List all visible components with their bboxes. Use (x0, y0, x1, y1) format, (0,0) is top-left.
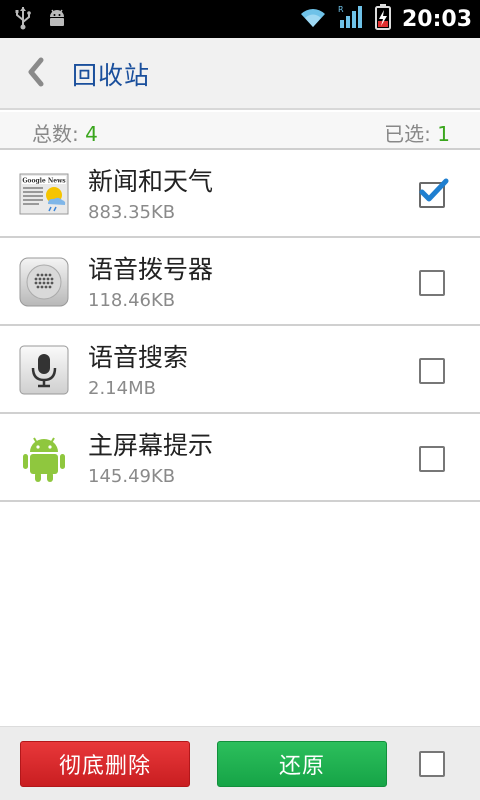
page-title: 回收站 (72, 61, 151, 90)
status-time: 20:03 (401, 6, 472, 32)
app-size: 145.49KB (88, 466, 176, 487)
list-item[interactable]: 语音搜索 2.14MB (0, 326, 480, 414)
svg-text:Google News: Google News (22, 178, 66, 185)
summary-bar: 总数: 4 已选: 1 (0, 112, 480, 150)
battery-charging-icon (374, 3, 392, 35)
app-name: 语音搜索 (88, 343, 189, 372)
signal-icon: R (338, 4, 364, 34)
chevron-left-icon (26, 57, 46, 91)
voice-dialer-icon (18, 256, 70, 308)
app-size: 118.46KB (88, 290, 176, 311)
item-checkbox[interactable] (419, 446, 445, 472)
android-robot-icon (18, 432, 70, 484)
total-label: 总数: (32, 122, 86, 146)
app-name: 语音拨号器 (88, 255, 214, 284)
selected-count: 已选: 1 (384, 118, 450, 147)
restore-button[interactable]: 还原 (217, 741, 387, 787)
recycle-bin-list: Google News 新闻和天气 883.35KB 语音拨号器 118.46K… (0, 150, 480, 502)
select-all-checkbox[interactable] (419, 751, 445, 777)
wifi-icon (298, 5, 328, 33)
app-size: 2.14MB (88, 378, 156, 399)
list-item[interactable]: 语音拨号器 118.46KB (0, 238, 480, 326)
total-value: 4 (85, 122, 98, 146)
bottom-action-bar: 彻底删除 还原 (0, 726, 480, 800)
selected-value: 1 (437, 122, 450, 146)
app-name: 新闻和天气 (88, 167, 214, 196)
app-name: 主屏幕提示 (88, 431, 214, 460)
delete-permanently-button[interactable]: 彻底删除 (20, 741, 190, 787)
title-bar: 回收站 (0, 38, 480, 110)
back-button[interactable] (18, 54, 54, 94)
item-checkbox[interactable] (419, 178, 449, 208)
android-debug-icon (46, 7, 68, 33)
usb-icon (14, 6, 32, 34)
news-weather-icon: Google News (18, 168, 70, 220)
total-count: 总数: 4 (32, 118, 98, 147)
list-item[interactable]: Google News 新闻和天气 883.35KB (0, 150, 480, 238)
item-checkbox[interactable] (419, 270, 445, 296)
item-checkbox[interactable] (419, 358, 445, 384)
svg-text:R: R (338, 5, 344, 14)
selected-label: 已选: (384, 122, 438, 146)
list-item[interactable]: 主屏幕提示 145.49KB (0, 414, 480, 502)
status-bar: R 20:03 (0, 0, 480, 38)
app-size: 883.35KB (88, 202, 176, 223)
voice-search-icon (18, 344, 70, 396)
